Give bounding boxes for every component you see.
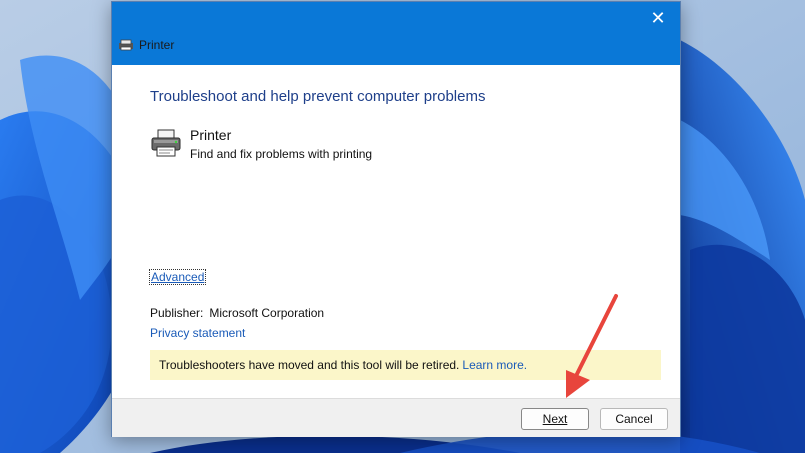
- next-button[interactable]: Next: [521, 408, 589, 430]
- close-icon: ✕: [650, 8, 666, 28]
- publisher-info: Publisher: Microsoft Corporation: [150, 306, 324, 320]
- printer-icon: [151, 129, 181, 157]
- next-button-label: Next: [542, 412, 568, 426]
- title-bar[interactable]: ✕: [112, 2, 680, 65]
- learn-more-link[interactable]: Learn more.: [462, 358, 527, 372]
- close-button[interactable]: ✕: [644, 6, 672, 30]
- printer-small-icon: [119, 39, 133, 51]
- window-title: Printer: [139, 38, 175, 52]
- privacy-statement-link[interactable]: Privacy statement: [150, 326, 245, 340]
- notice-text: Troubleshooters have moved and this tool…: [159, 358, 460, 372]
- publisher-label: Publisher:: [150, 306, 204, 320]
- arrow-annotation: [566, 294, 618, 398]
- troubleshooter-name: Printer: [190, 127, 232, 143]
- advanced-link[interactable]: Advanced: [148, 269, 207, 285]
- publisher-value: Microsoft Corporation: [209, 306, 325, 320]
- page-title: Troubleshoot and help prevent computer p…: [150, 88, 486, 105]
- cancel-button[interactable]: Cancel: [600, 408, 668, 430]
- troubleshooter-description: Find and fix problems with printing: [190, 147, 373, 161]
